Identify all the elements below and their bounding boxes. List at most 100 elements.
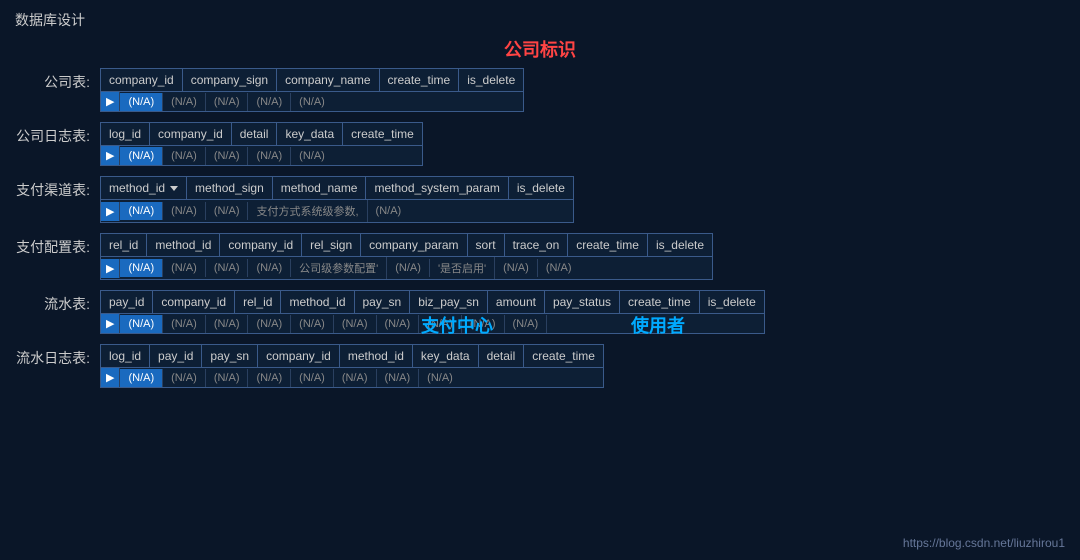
pay-center-annotation: 支付中心: [421, 312, 493, 338]
cell-method_sign: (N/A): [163, 202, 206, 220]
cell-pay_sn: (N/A): [291, 315, 334, 333]
col-pay_id2: pay_id: [150, 345, 202, 367]
cell-company_sign: (N/A): [163, 93, 206, 111]
cell-rel_id: (N/A): [120, 259, 163, 277]
cell-company_id2: (N/A): [163, 147, 206, 165]
col-biz_pay_sn: biz_pay_sn: [410, 291, 488, 313]
flow-table-section: 流水表: pay_id company_id rel_id method_id …: [15, 290, 1065, 334]
cell-is_delete2: (N/A): [368, 202, 410, 220]
col-method_id: method_id: [101, 177, 187, 199]
col-pay_id: pay_id: [101, 291, 153, 313]
flow-table-label: 流水表:: [15, 290, 100, 314]
cell-trace_on: '是否启用': [430, 257, 495, 279]
cell-is_delete: (N/A): [291, 93, 333, 111]
arrow-cell5: ▶: [101, 314, 120, 333]
cell-sort: (N/A): [387, 259, 430, 277]
cell-log_id2: (N/A): [120, 369, 163, 387]
flow-log-table-label: 流水日志表:: [15, 344, 100, 368]
cell-detail: (N/A): [206, 147, 249, 165]
col-create_time4: create_time: [620, 291, 700, 313]
col-create_time3: create_time: [568, 234, 648, 256]
center-banner: 公司标识: [15, 36, 1065, 62]
flow-log-table-section: 流水日志表: log_id pay_id pay_sn company_id m…: [15, 344, 1065, 388]
payment-channel-table-label: 支付渠道表:: [15, 176, 100, 200]
company-log-table-section: 公司日志表: log_id company_id detail key_data…: [15, 122, 1065, 166]
cell-method_id: (N/A): [120, 202, 163, 220]
cell-method_system_param: 支付方式系统级参数,: [248, 200, 367, 222]
col-method_id3: method_id: [281, 291, 354, 313]
cell-is_delete4: (N/A): [505, 315, 548, 333]
cell-method_id3: (N/A): [248, 315, 291, 333]
company-table-label: 公司表:: [15, 68, 100, 92]
flow-log-table: log_id pay_id pay_sn company_id method_i…: [100, 344, 604, 388]
cell-method_id2: (N/A): [163, 259, 206, 277]
cell-key_data: (N/A): [248, 147, 291, 165]
cell-biz_pay_sn: (N/A): [334, 315, 377, 333]
col-trace_on: trace_on: [505, 234, 569, 256]
cell-company_name: (N/A): [206, 93, 249, 111]
company-log-table: log_id company_id detail key_data create…: [100, 122, 423, 166]
col-detail2: detail: [479, 345, 525, 367]
col-sort: sort: [468, 234, 505, 256]
payment-channel-table-section: 支付渠道表: method_id method_sign method_name…: [15, 176, 1065, 223]
dropdown-arrow-icon: [170, 186, 178, 191]
col-detail: detail: [232, 123, 278, 145]
col-pay_sn2: pay_sn: [202, 345, 258, 367]
company-log-table-label: 公司日志表:: [15, 122, 100, 146]
col-amount: amount: [488, 291, 545, 313]
company-banner-text: 公司标识: [504, 40, 576, 60]
col-rel_id2: rel_id: [235, 291, 281, 313]
col-company_id3: company_id: [220, 234, 302, 256]
col-is_delete4: is_delete: [700, 291, 764, 313]
cell-method_name: (N/A): [206, 202, 249, 220]
user-annotation: 使用者: [631, 312, 685, 338]
arrow-cell6: ▶: [101, 368, 120, 387]
company-table-section: 公司表: company_id company_sign company_nam…: [15, 68, 1065, 112]
col-method_id2: method_id: [147, 234, 220, 256]
col-method_sign: method_sign: [187, 177, 273, 199]
col-is_delete: is_delete: [459, 69, 523, 91]
col-company_param: company_param: [361, 234, 467, 256]
col-rel_sign: rel_sign: [302, 234, 361, 256]
cell-create_time: (N/A): [248, 93, 291, 111]
cell-log_id: (N/A): [120, 147, 163, 165]
cell-create_time5: (N/A): [419, 369, 461, 387]
col-company_name: company_name: [277, 69, 379, 91]
col-method_id4: method_id: [340, 345, 413, 367]
cell-company_id4: (N/A): [163, 315, 206, 333]
cell-company_param: 公司级参数配置': [291, 257, 387, 279]
col-method_system_param: method_system_param: [366, 177, 508, 199]
col-method_name: method_name: [273, 177, 367, 199]
col-pay_status: pay_status: [545, 291, 620, 313]
cell-company_id: (N/A): [120, 93, 163, 111]
company-table: company_id company_sign company_name cre…: [100, 68, 524, 112]
col-rel_id: rel_id: [101, 234, 147, 256]
col-create_time5: create_time: [524, 345, 603, 367]
cell-pay_id: (N/A): [120, 315, 163, 333]
cell-pay_sn2: (N/A): [206, 369, 249, 387]
flow-table: pay_id company_id rel_id method_id pay_s…: [100, 290, 765, 334]
col-create_time2: create_time: [343, 123, 422, 145]
cell-company_id3: (N/A): [206, 259, 249, 277]
col-key_data: key_data: [277, 123, 343, 145]
col-company_id: company_id: [101, 69, 183, 91]
payment-config-table-section: 支付配置表: rel_id method_id company_id rel_s…: [15, 233, 1065, 280]
col-key_data2: key_data: [413, 345, 479, 367]
cell-create_time2: (N/A): [291, 147, 333, 165]
col-is_delete3: is_delete: [648, 234, 712, 256]
col-log_id: log_id: [101, 123, 150, 145]
arrow-cell4: ▶: [101, 259, 120, 278]
col-log_id2: log_id: [101, 345, 150, 367]
cell-create_time3: (N/A): [495, 259, 538, 277]
payment-config-table-label: 支付配置表:: [15, 233, 100, 257]
cell-is_delete3: (N/A): [538, 259, 580, 277]
cell-rel_sign: (N/A): [248, 259, 291, 277]
col-pay_sn: pay_sn: [355, 291, 411, 313]
cell-detail2: (N/A): [377, 369, 420, 387]
cell-pay_id2: (N/A): [163, 369, 206, 387]
cell-method_id4: (N/A): [291, 369, 334, 387]
col-company_sign: company_sign: [183, 69, 277, 91]
payment-channel-table: method_id method_sign method_name method…: [100, 176, 574, 223]
col-create_time: create_time: [380, 69, 460, 91]
payment-config-table: rel_id method_id company_id rel_sign com…: [100, 233, 713, 280]
